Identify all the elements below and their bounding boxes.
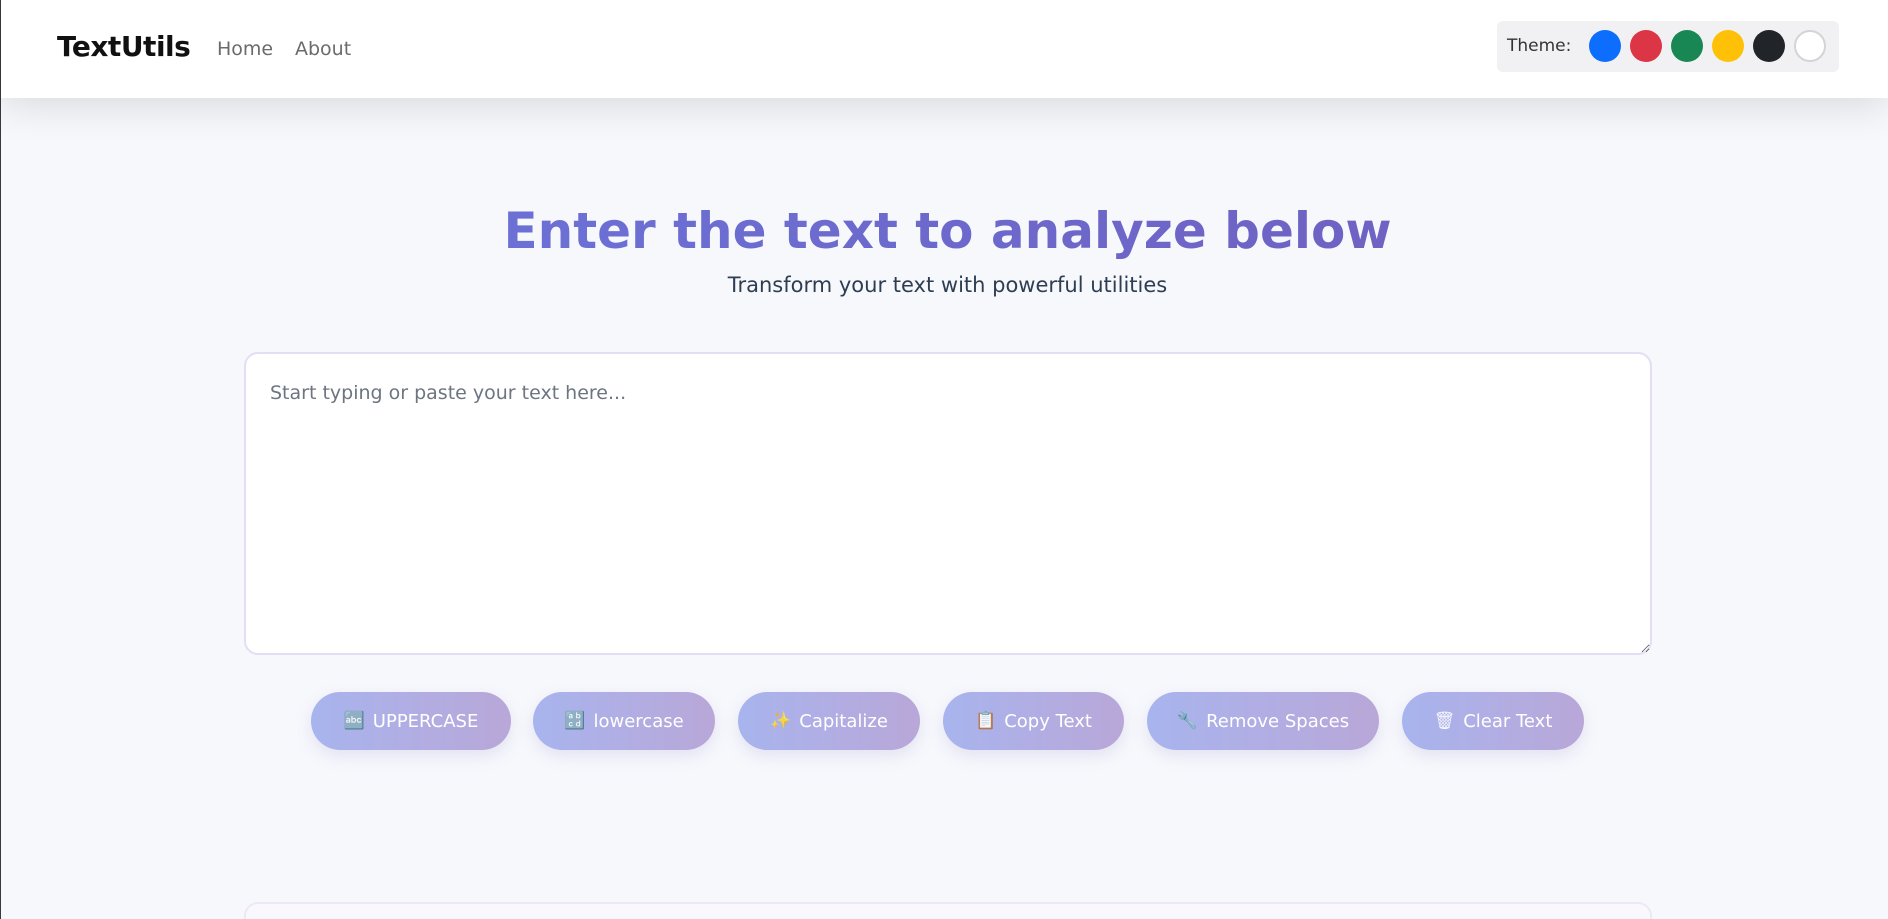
theme-swatch-dark[interactable] [1753,30,1785,62]
theme-swatch-blue[interactable] [1589,30,1621,62]
wrench-icon: 🔧 [1176,711,1199,731]
copy-text-button[interactable]: 📋 Copy Text [943,692,1124,750]
trash-icon: 🗑 [1433,711,1456,731]
nav-link-home[interactable]: Home [217,38,273,60]
clipboard-icon: 📋 [975,711,997,731]
page-title: Enter the text to analyze below [1,202,1888,260]
page-subtitle: Transform your text with powerful utilit… [727,273,1168,297]
remove-spaces-button-label: Remove Spaces [1206,710,1350,732]
uppercase-button-label: UPPERCASE [372,710,479,732]
capitalize-button[interactable]: ✨ Capitalize [738,692,920,750]
theme-swatch-red[interactable] [1630,30,1662,62]
summary-card [244,902,1652,919]
capitalize-button-label: Capitalize [799,710,888,732]
lowercase-button-label: lowercase [593,710,684,732]
lowercase-button[interactable]: 🔡 lowercase [533,692,715,750]
clear-text-button-label: Clear Text [1463,710,1553,732]
uppercase-button[interactable]: 🔤 UPPERCASE [311,692,511,750]
clear-text-button[interactable]: 🗑 Clear Text [1402,692,1584,750]
nav-link-about[interactable]: About [295,38,351,60]
ab-icon: 🔡 [564,711,586,731]
brand-logo[interactable]: TextUtils [57,30,191,63]
remove-spaces-button[interactable]: 🔧 Remove Spaces [1147,692,1379,750]
sparkles-icon: ✨ [770,711,792,731]
theme-swatch-yellow[interactable] [1712,30,1744,62]
theme-selector: Theme: [1497,21,1839,72]
theme-swatch-green[interactable] [1671,30,1703,62]
text-input[interactable] [244,352,1652,655]
abc-icon: 🔤 [343,711,365,731]
copy-text-button-label: Copy Text [1004,710,1092,732]
theme-swatch-light[interactable] [1794,30,1826,62]
navbar: TextUtils Home About Theme: [1,0,1888,98]
theme-label: Theme: [1507,36,1572,56]
main-content: Enter the text to analyze below Transfor… [1,98,1888,919]
